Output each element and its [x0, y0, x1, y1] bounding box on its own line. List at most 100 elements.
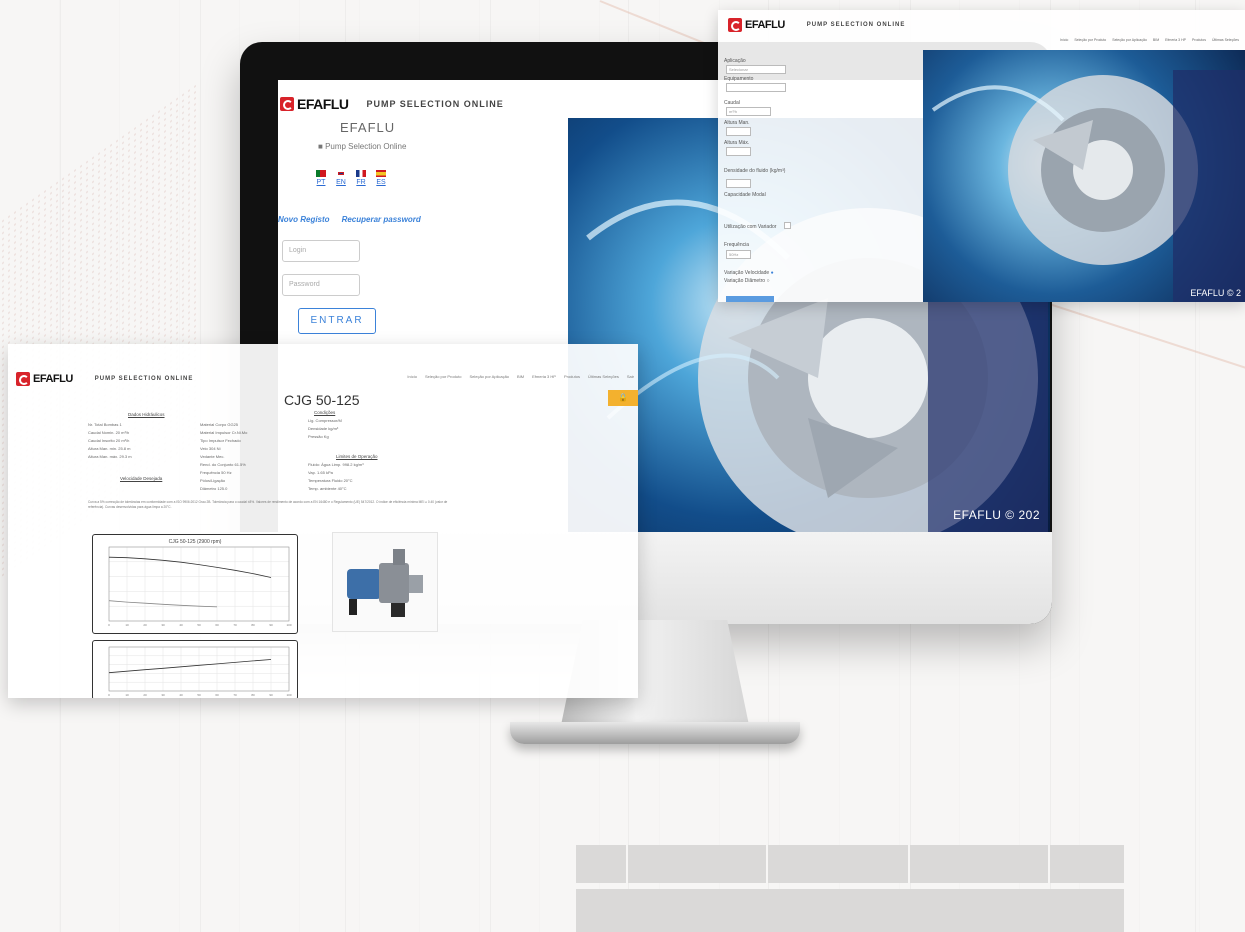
nav-item[interactable]: BIM: [517, 374, 524, 379]
performance-chart: 0 10 20 30 40 50 60 70 80 90 100 CJG 50-125 (2900 r…: [92, 534, 298, 634]
hero-image: EFAFLU © 2: [923, 50, 1245, 302]
radio-empty-icon: ○: [766, 278, 770, 284]
section-title: Condições: [314, 410, 336, 415]
copyright: EFAFLU © 2: [1190, 288, 1241, 298]
x-tick-label: 100: [286, 623, 291, 627]
opt-diametro-label: Variação Diâmetro: [724, 278, 766, 284]
efaflu-logo: EFAFLU: [16, 372, 73, 386]
placeholder-cell: [628, 845, 766, 883]
lang-fr[interactable]: FR: [356, 170, 366, 186]
spec-item: Tipo Impulsor Fechado: [200, 438, 241, 443]
password-input[interactable]: Password: [282, 274, 360, 296]
spec-item: Veio 304 Ni: [200, 446, 221, 451]
recover-password-link[interactable]: Recuperar password: [342, 215, 421, 224]
nav-item[interactable]: Produtos: [1192, 38, 1206, 42]
pump-product-image: [332, 532, 438, 632]
flag-en-icon: [336, 170, 346, 177]
pump-illustration: [347, 549, 423, 617]
altura-max-input[interactable]: [726, 147, 751, 156]
capacidade-label: Capacidade Modal: [724, 192, 766, 198]
pump-impeller-image: [931, 70, 1245, 302]
aplicacao-select[interactable]: Selecionar: [726, 65, 786, 74]
lock-icon[interactable]: 🔒: [608, 390, 638, 406]
densidade-label: Densidade do fluido (kg/m³): [724, 168, 786, 174]
x-tick-label: 20: [143, 693, 147, 697]
lang-en[interactable]: EN: [336, 170, 346, 186]
nav-item[interactable]: Início: [1060, 38, 1068, 42]
altura-min-label: Altura Man.: [724, 120, 750, 126]
spec-item: Rend. do Conjunto 61.5%: [200, 462, 246, 467]
nav-item[interactable]: Seleção por Produto: [425, 374, 461, 379]
caudal-input[interactable]: m³/h: [726, 107, 771, 116]
placeholder-cell: [910, 845, 1048, 883]
spec-item: Temperatura Fluido 20°C: [308, 478, 353, 483]
utilizacao-label: Utilização com Variador: [724, 224, 777, 230]
logo-text: EFAFLU: [745, 19, 785, 31]
placeholder-cell: [768, 845, 908, 883]
x-tick-label: 60: [215, 623, 219, 627]
x-tick-label: 70: [233, 693, 237, 697]
spec-item: Altura Man. min. 25.8 m: [88, 446, 131, 451]
tagline: ■ Pump Selection Online: [318, 142, 406, 151]
nav-item[interactable]: Sair: [627, 374, 634, 379]
spec-item: Caudal Nomin. 20 m³/h: [88, 430, 130, 435]
lang-pt[interactable]: PT: [316, 170, 326, 186]
x-tick-label: 100: [286, 693, 291, 697]
x-tick-label: 0: [108, 693, 110, 697]
nav-item[interactable]: Últimas Seleções: [1212, 38, 1239, 42]
efaflu-logo-icon: [16, 372, 30, 386]
x-tick-label: 30: [161, 623, 165, 627]
nav-item[interactable]: Efmeria 3 HP: [1165, 38, 1186, 42]
efaflu-logo: EFAFLU: [728, 18, 785, 32]
login-brand: EFAFLU PUMP SELECTION ONLINE: [280, 96, 504, 112]
nav-item[interactable]: Últimas Seleções: [588, 374, 619, 379]
register-link[interactable]: Novo Registo: [278, 215, 330, 224]
radio-selected-icon: ●: [770, 270, 774, 276]
spec-item: Temp. ambiente 40°C: [308, 486, 347, 491]
nav-item[interactable]: BIM: [1153, 38, 1159, 42]
app-name: PUMP SELECTION ONLINE: [94, 376, 194, 382]
spec-item: Material Corpo GG25: [200, 422, 239, 427]
submit-selection-button[interactable]: [726, 296, 774, 302]
equipamento-select[interactable]: [726, 83, 786, 92]
decor-line: [1039, 300, 1245, 374]
x-tick-label: 60: [215, 693, 219, 697]
x-tick-label: 70: [233, 623, 237, 627]
utilizacao-checkbox[interactable]: [784, 222, 791, 229]
panel-header: EFAFLU PUMP SELECTION ONLINE: [16, 372, 193, 386]
frequencia-label: Frequência: [724, 242, 750, 248]
densidade-input[interactable]: [726, 179, 751, 188]
monitor-base: [510, 722, 800, 744]
lang-label: PT: [316, 179, 326, 186]
lang-es[interactable]: ES: [376, 170, 386, 186]
app-name: PUMP SELECTION ONLINE: [366, 99, 504, 109]
spec-item: Pressão Kg: [308, 434, 329, 439]
nav-item[interactable]: Seleção por Aplicação: [1112, 38, 1147, 42]
frequencia-select[interactable]: 50Hz: [726, 250, 751, 259]
x-tick-label: 80: [251, 693, 255, 697]
altura-min-input[interactable]: [726, 127, 751, 136]
opt-velocidade[interactable]: Variação Velocidade ●: [724, 270, 774, 276]
top-nav: Início Seleção por Produto Seleção por A…: [407, 374, 634, 379]
series-line: [108, 556, 272, 578]
nav-item[interactable]: Efmeria 3 HP: [532, 374, 556, 379]
app-name: PUMP SELECTION ONLINE: [806, 22, 906, 28]
spec-item: Fluido: Água Limp. 998.2 kg/m³: [308, 462, 364, 467]
series-line: [108, 659, 272, 674]
opt-diametro[interactable]: Variação Diâmetro ○: [724, 278, 769, 284]
nav-item[interactable]: Seleção por Aplicação: [469, 374, 509, 379]
placeholder-cell: [1050, 845, 1124, 883]
company-name: EFAFLU: [340, 120, 396, 135]
x-tick-label: 10: [125, 623, 129, 627]
nav-item[interactable]: Seleção por Produto: [1074, 38, 1106, 42]
spec-item: Densidade kg/m³: [308, 426, 339, 431]
spec-item: Pólos/Ligação: [200, 478, 226, 483]
login-submit-button[interactable]: ENTRAR: [298, 308, 376, 334]
spec-item: Caudal Inscrito 20 m³/h: [88, 438, 130, 443]
page-title: CJG 50-125: [284, 392, 360, 408]
nav-item[interactable]: Produtos: [564, 374, 580, 379]
nav-item[interactable]: Início: [407, 374, 417, 379]
aplicacao-label: Aplicação: [724, 58, 746, 64]
login-input[interactable]: Login: [282, 240, 360, 262]
x-tick-label: 40: [179, 693, 183, 697]
